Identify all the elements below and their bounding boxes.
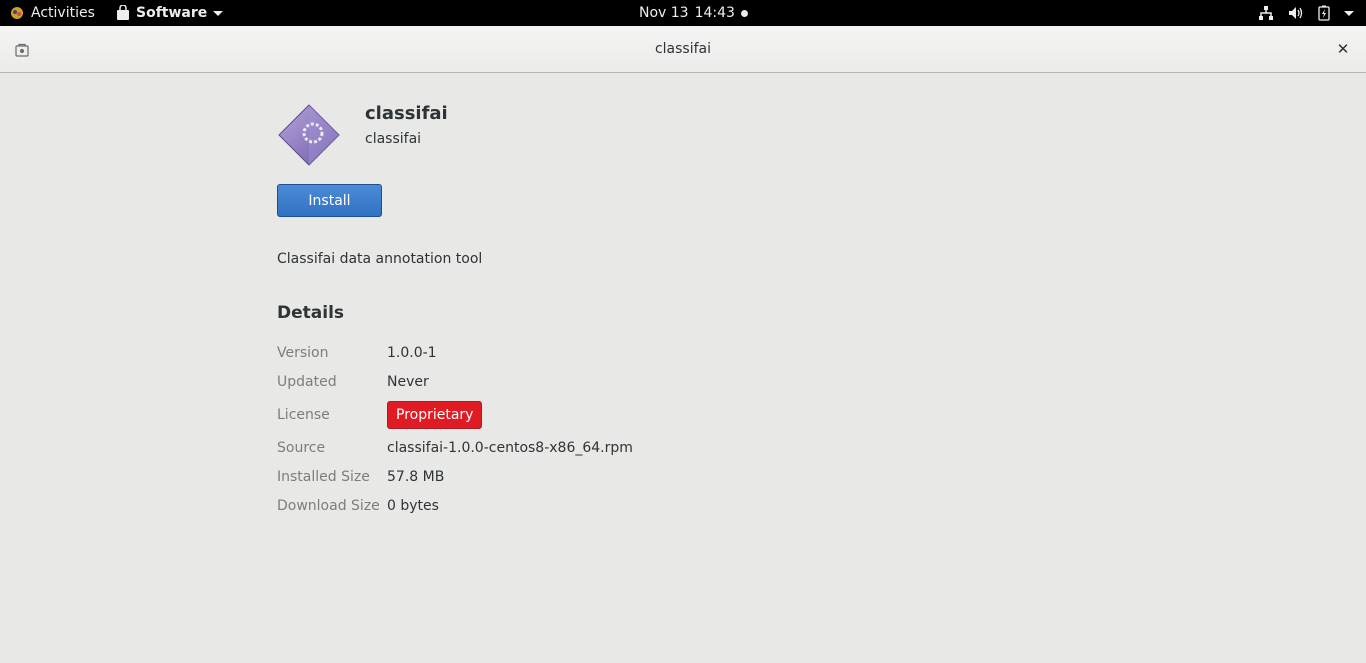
install-button[interactable]: Install (277, 184, 382, 217)
clock-time: 14:43 (694, 5, 735, 21)
app-description: Classifai data annotation tool (277, 251, 483, 267)
chevron-down-icon (213, 10, 224, 16)
version-value: 1.0.0-1 (387, 345, 437, 361)
app-name: classifai (365, 103, 448, 124)
close-icon: ✕ (1336, 40, 1350, 58)
clock-date: Nov 13 (639, 5, 689, 21)
network-icon (1259, 6, 1273, 20)
header-bar: classifai ✕ (0, 26, 1366, 73)
app-summary: classifai (365, 131, 422, 147)
shopping-bag-icon (117, 5, 129, 20)
source-label: Source (277, 440, 326, 456)
app-details-page: classifai classifai Install Classifai da… (0, 73, 1366, 663)
app-icon (278, 104, 340, 166)
window-title: classifai (654, 41, 712, 57)
source-value: classifai-1.0.0-centos8-x86_64.rpm (387, 440, 633, 456)
volume-icon (1289, 7, 1303, 19)
clock-button[interactable]: Nov 13 14:43 (639, 0, 748, 26)
close-button[interactable]: ✕ (1334, 40, 1352, 58)
app-menu-label: Software (136, 5, 208, 21)
installed-size-value: 57.8 MB (387, 469, 445, 485)
license-badge[interactable]: Proprietary (387, 401, 483, 429)
activities-label: Activities (31, 5, 95, 21)
details-heading: Details (277, 303, 345, 323)
gnome-foot-icon (11, 7, 23, 19)
top-bar: Activities Software Nov 13 14:43 (0, 0, 1366, 26)
download-size-label: Download Size (277, 498, 380, 514)
app-menu-button[interactable]: Software (116, 0, 224, 26)
version-label: Version (277, 345, 329, 361)
notification-dot-icon (740, 9, 748, 17)
download-size-value: 0 bytes (387, 498, 439, 514)
license-label: License (277, 407, 330, 423)
activities-button[interactable]: Activities (10, 0, 95, 26)
updated-value: Never (387, 374, 429, 390)
system-menu-chevron-icon (1344, 10, 1354, 16)
installed-size-label: Installed Size (277, 469, 370, 485)
updated-label: Updated (277, 374, 337, 390)
system-status-area[interactable] (1258, 0, 1354, 26)
battery-icon (1318, 5, 1330, 21)
